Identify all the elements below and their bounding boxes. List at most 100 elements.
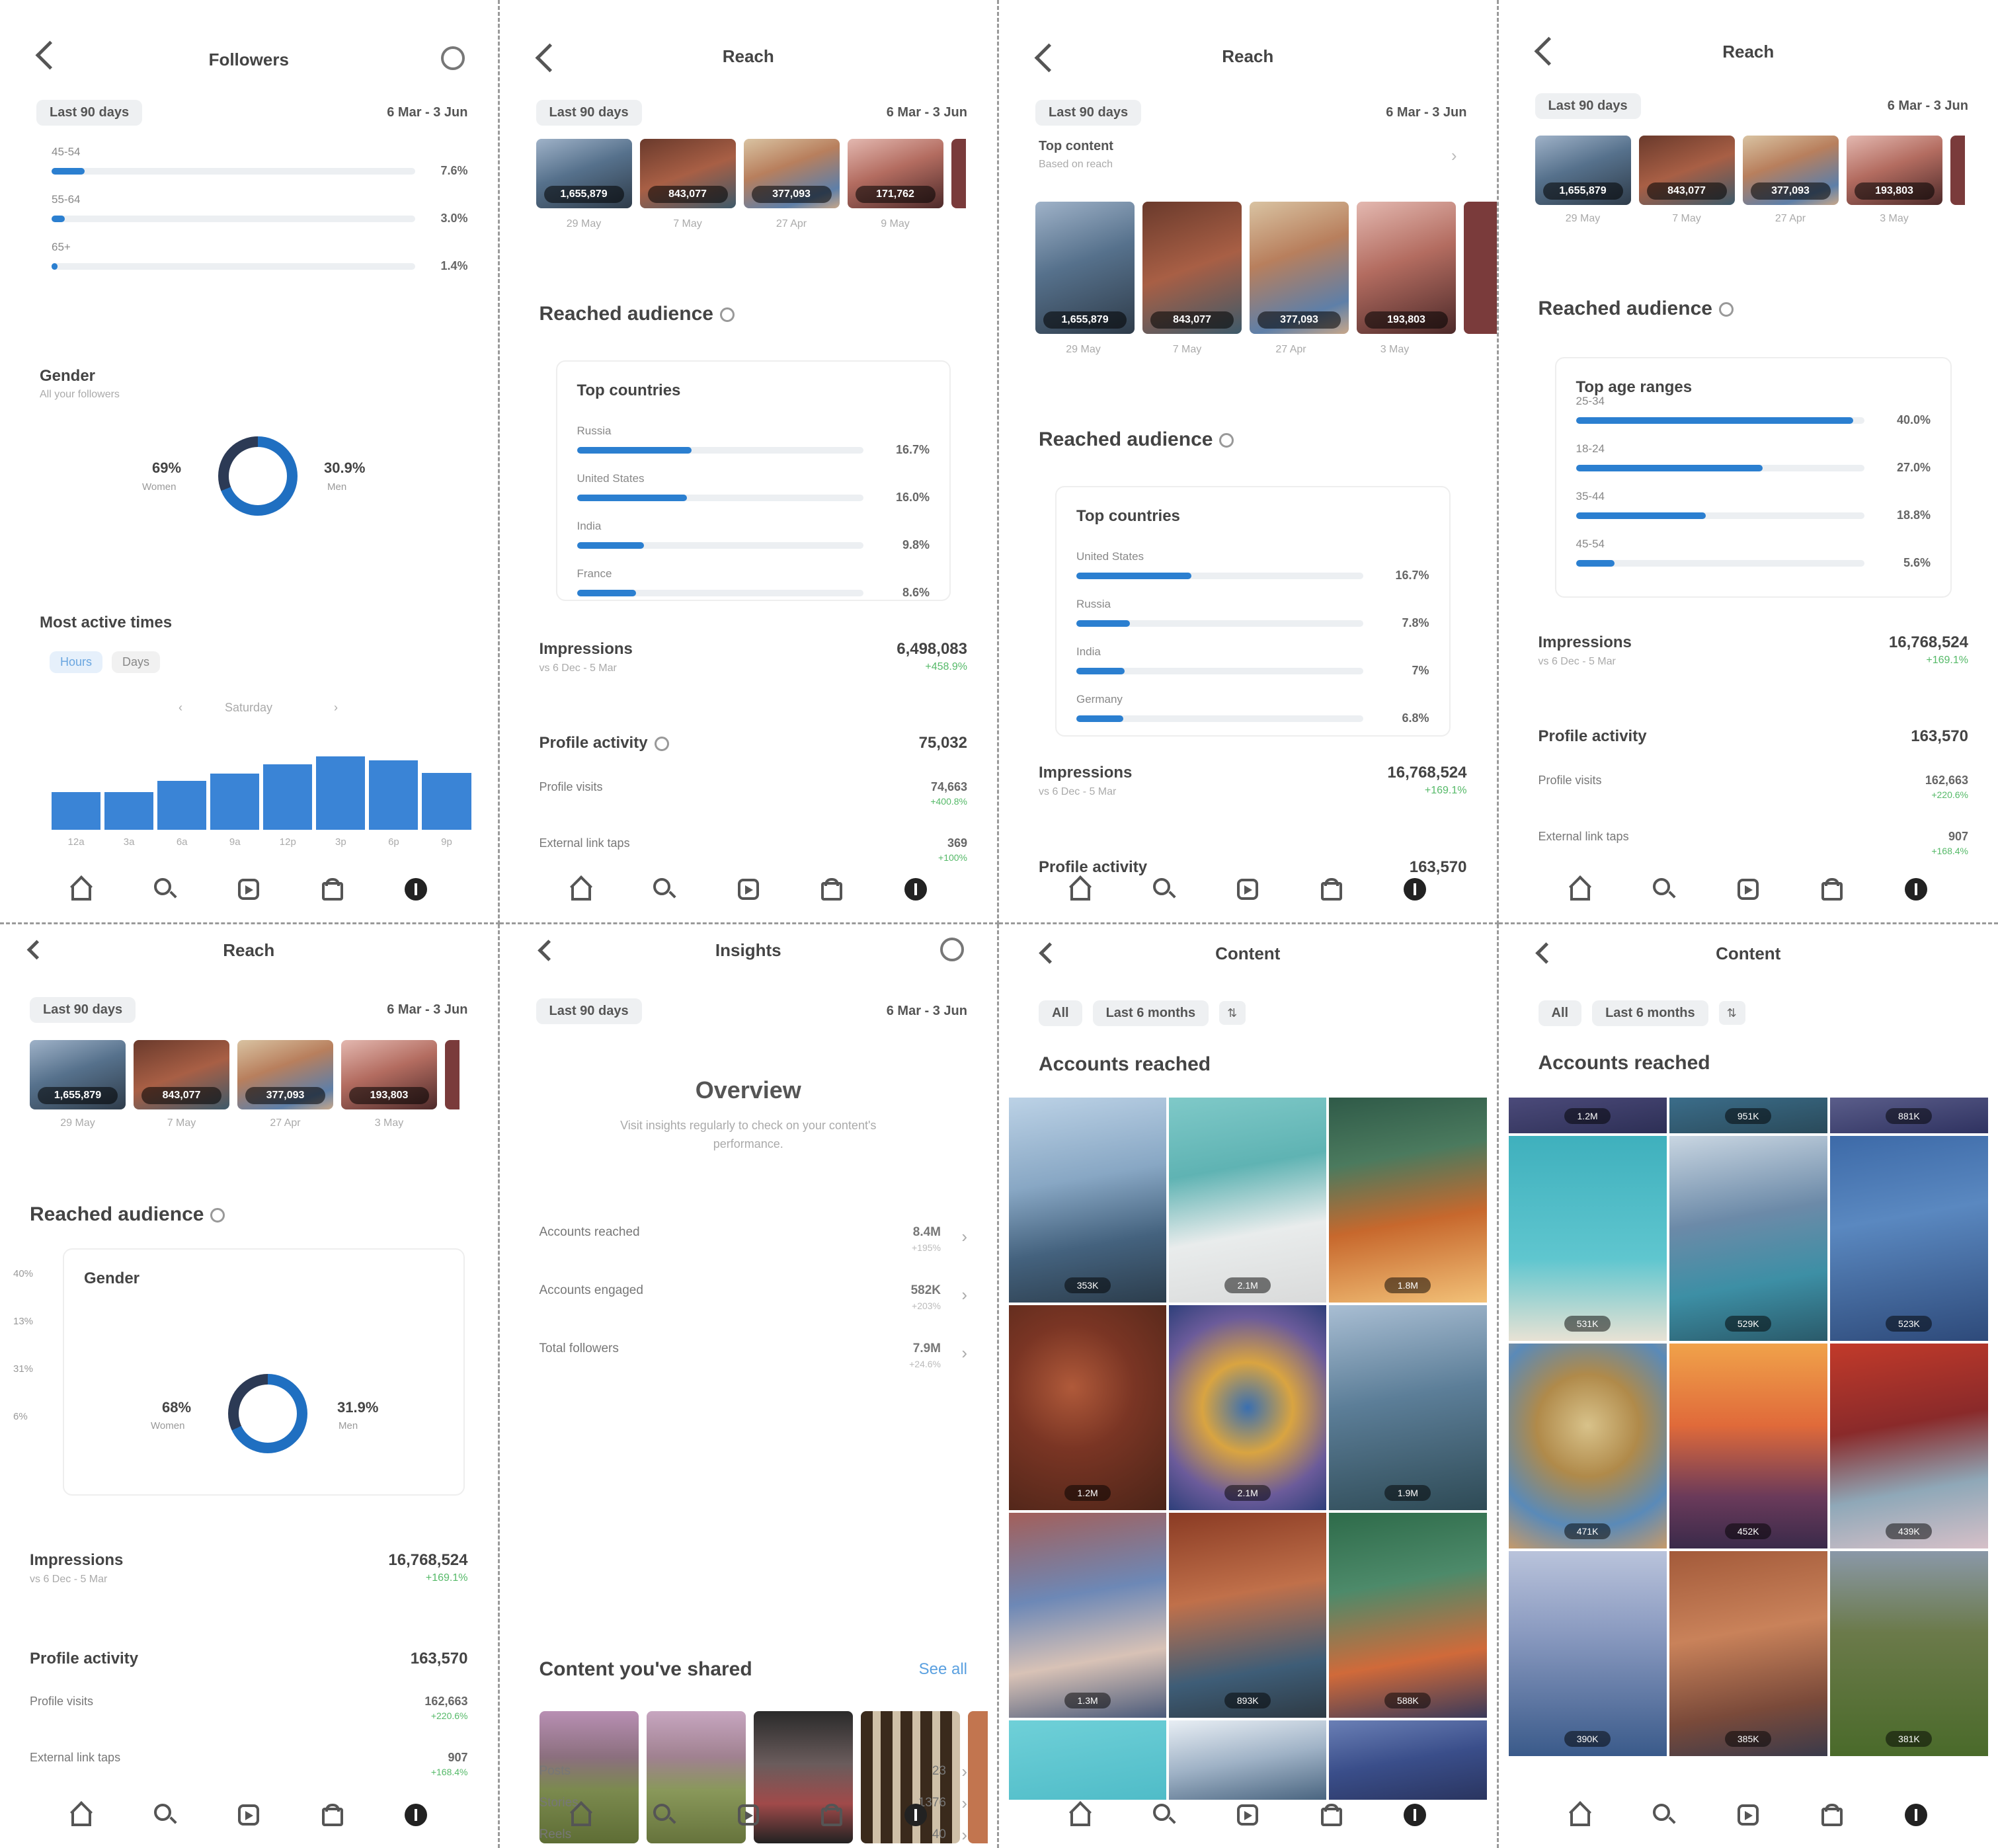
info-icon[interactable] (654, 736, 669, 751)
date-range-chip[interactable]: Last 90 days (30, 997, 136, 1023)
content-thumb[interactable]: 529K (1669, 1135, 1827, 1341)
info-icon[interactable] (719, 307, 735, 323)
info-icon[interactable] (210, 1207, 225, 1223)
content-thumb[interactable]: 1.8M (1329, 1097, 1487, 1303)
top-content-thumb[interactable] (445, 1039, 460, 1109)
content-thumb[interactable] (1329, 1720, 1487, 1800)
date-range-chip[interactable]: Last 90 days (536, 998, 642, 1024)
content-thumb[interactable]: 1.9M (1329, 1305, 1487, 1510)
top-content-thumb[interactable]: 843,077 (1142, 202, 1242, 334)
reels-icon[interactable] (236, 1802, 261, 1828)
shop-icon[interactable] (1819, 1802, 1845, 1828)
content-thumb[interactable]: 588K (1329, 1512, 1487, 1718)
top-content-thumb[interactable]: 843,077 (134, 1039, 229, 1109)
search-icon[interactable] (1652, 1802, 1677, 1828)
info-icon[interactable] (440, 46, 465, 70)
count-row[interactable]: Posts 23 › (539, 1761, 968, 1787)
tab-hours[interactable]: Hours (50, 651, 103, 673)
profile-icon[interactable] (1903, 877, 1929, 902)
top-content-thumb[interactable]: 1,655,879 (1035, 202, 1135, 334)
top-content-thumb[interactable]: 377,093 (237, 1039, 333, 1109)
profile-icon[interactable] (1903, 1802, 1929, 1828)
search-icon[interactable] (1152, 1802, 1177, 1828)
reels-icon[interactable] (736, 1802, 761, 1828)
sort-icon[interactable]: ⇅ (1219, 1001, 1246, 1025)
day-next-icon[interactable]: › (334, 701, 338, 715)
chevron-right-icon[interactable]: › (961, 1343, 967, 1363)
top-content-thumb[interactable] (1464, 202, 1497, 334)
reels-icon[interactable] (236, 877, 261, 902)
filter-period-chip[interactable]: Last 6 months (1092, 1000, 1209, 1026)
shop-icon[interactable] (320, 1802, 345, 1828)
top-content-thumb[interactable]: 193,803 (1357, 202, 1456, 334)
shop-icon[interactable] (1319, 877, 1344, 902)
overview-row[interactable]: Total followers 7.9M +24.6% › (539, 1342, 968, 1381)
day-prev-icon[interactable]: ‹ (179, 701, 182, 715)
content-thumb[interactable]: 1.3M (1009, 1512, 1167, 1718)
overview-row[interactable]: Accounts engaged 582K +203% › (539, 1283, 968, 1323)
profile-icon[interactable] (1402, 877, 1427, 902)
reels-icon[interactable] (1235, 1802, 1260, 1828)
shop-icon[interactable] (1819, 877, 1845, 902)
profile-icon[interactable] (1402, 1802, 1427, 1828)
top-content-thumb[interactable]: 1,655,879 (30, 1039, 126, 1109)
content-thumb[interactable]: 439K (1829, 1343, 1988, 1548)
top-content-thumb[interactable]: 193,803 (341, 1039, 437, 1109)
chevron-right-icon[interactable]: › (961, 1285, 967, 1305)
content-thumb[interactable]: 2.1M (1169, 1097, 1327, 1303)
content-thumb[interactable]: 1.2M (1508, 1097, 1667, 1133)
content-thumb[interactable]: 881K (1829, 1097, 1988, 1133)
search-icon[interactable] (153, 877, 178, 902)
date-range-chip[interactable]: Last 90 days (1035, 99, 1142, 126)
home-icon[interactable] (1068, 877, 1093, 902)
home-icon[interactable] (69, 1802, 94, 1828)
content-thumb[interactable]: 2.1M (1169, 1305, 1327, 1510)
profile-icon[interactable] (903, 877, 928, 902)
content-thumb[interactable]: 951K (1669, 1097, 1827, 1133)
chevron-right-icon[interactable]: › (961, 1761, 967, 1782)
shop-icon[interactable] (320, 877, 345, 902)
home-icon[interactable] (569, 1802, 594, 1828)
reels-icon[interactable] (736, 877, 761, 902)
content-thumb[interactable] (1169, 1720, 1327, 1800)
info-icon[interactable] (1219, 433, 1234, 448)
search-icon[interactable] (1652, 877, 1677, 902)
date-range-chip[interactable]: Last 90 days (1535, 93, 1641, 119)
top-content-thumb[interactable]: 171,762 (847, 139, 943, 208)
filter-period-chip[interactable]: Last 6 months (1592, 1000, 1708, 1026)
profile-icon[interactable] (403, 1802, 428, 1828)
content-thumb[interactable]: 523K (1829, 1135, 1988, 1341)
top-content-thumb[interactable]: 377,093 (1742, 136, 1839, 205)
content-thumb[interactable]: 390K (1508, 1550, 1667, 1756)
content-thumb[interactable]: 1.2M (1009, 1305, 1167, 1510)
profile-icon[interactable] (903, 1802, 928, 1828)
top-content-thumb[interactable]: 1,655,879 (1535, 136, 1631, 205)
reels-icon[interactable] (1235, 877, 1260, 902)
filter-all-chip[interactable]: All (1538, 1000, 1582, 1026)
top-content-thumb[interactable]: 377,093 (1250, 202, 1349, 334)
home-icon[interactable] (69, 877, 94, 902)
date-range-chip[interactable]: Last 90 days (536, 99, 642, 126)
reels-icon[interactable] (1736, 1802, 1761, 1828)
top-content-thumb[interactable]: 193,803 (1846, 136, 1942, 205)
info-icon[interactable] (1718, 302, 1734, 317)
shop-icon[interactable] (819, 1802, 844, 1828)
top-content-thumb[interactable]: 1,655,879 (536, 139, 632, 208)
search-icon[interactable] (652, 877, 677, 902)
top-content-thumb[interactable]: 843,077 (639, 139, 736, 208)
content-thumb[interactable]: 353K (1009, 1097, 1167, 1303)
top-content-thumb[interactable] (951, 139, 966, 208)
reels-icon[interactable] (1736, 877, 1761, 902)
home-icon[interactable] (1568, 877, 1593, 902)
content-thumb[interactable]: 531K (1508, 1135, 1667, 1341)
shop-icon[interactable] (819, 877, 844, 902)
content-thumb[interactable]: 452K (1669, 1343, 1827, 1548)
home-icon[interactable] (1568, 1802, 1593, 1828)
content-thumb[interactable]: 381K (1829, 1550, 1988, 1756)
search-icon[interactable] (652, 1802, 677, 1828)
top-content-thumb[interactable]: 843,077 (1638, 136, 1735, 205)
content-thumb[interactable]: 893K (1169, 1512, 1327, 1718)
home-icon[interactable] (1068, 1802, 1093, 1828)
see-all-link[interactable]: See all (919, 1660, 967, 1679)
top-content-thumb[interactable] (1950, 136, 1965, 205)
